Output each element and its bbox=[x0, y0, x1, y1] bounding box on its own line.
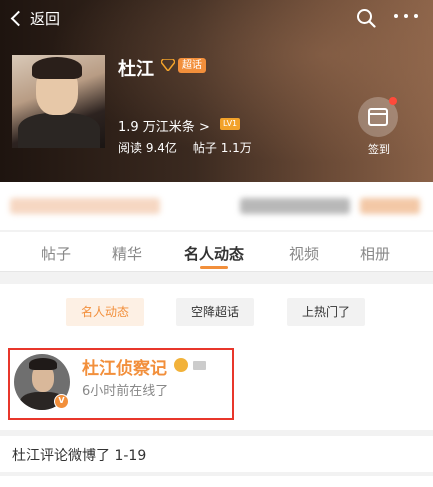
top-bar: 返回 bbox=[0, 0, 433, 38]
online-status: 6小时前在线了 bbox=[82, 384, 169, 399]
user-card[interactable]: V 杜江侦察记 6小时前在线了 bbox=[8, 348, 234, 420]
tab-featured[interactable]: 精华 bbox=[112, 243, 142, 264]
read-count: 阅读 9.4亿 bbox=[118, 141, 177, 155]
tab-bar: 帖子 精华 名人动态 视频 相册 bbox=[0, 232, 433, 272]
filter-section: 名人动态 空降超话 上热门了 V 杜江侦察记 6小时前在线了 bbox=[0, 284, 433, 430]
chip-trending[interactable]: 上热门了 bbox=[287, 298, 365, 326]
tab-celebrity-updates[interactable]: 名人动态 bbox=[184, 243, 244, 264]
section-header[interactable]: 杜江评论微博了 1-19 bbox=[0, 436, 433, 472]
chip-celebrity-updates[interactable]: 名人动态 bbox=[66, 298, 144, 326]
section-title: 杜江评论微博了 1-19 bbox=[12, 448, 147, 464]
post-count: 帖子 1.1万 bbox=[192, 141, 252, 155]
notification-dot bbox=[389, 97, 397, 105]
diamond-icon bbox=[161, 59, 175, 71]
chip-airdrop[interactable]: 空降超话 bbox=[176, 298, 254, 326]
checkin-button[interactable] bbox=[358, 97, 398, 137]
search-icon[interactable] bbox=[356, 8, 376, 28]
user-name[interactable]: 杜江侦察记 bbox=[82, 354, 167, 379]
verified-icon: V bbox=[54, 394, 69, 409]
tab-videos[interactable]: 视频 bbox=[289, 243, 319, 264]
blurred-block bbox=[240, 198, 350, 214]
checkin-label: 签到 bbox=[368, 143, 390, 156]
topic-avatar[interactable] bbox=[12, 55, 105, 148]
blurred-block bbox=[360, 198, 420, 214]
blurred-banner bbox=[0, 182, 433, 230]
topic-title: 杜江 bbox=[118, 59, 154, 80]
calendar-icon bbox=[368, 108, 388, 126]
active-tab-indicator bbox=[200, 266, 228, 269]
member-badge-icon bbox=[193, 361, 206, 370]
tab-album[interactable]: 相册 bbox=[360, 243, 390, 264]
more-icon[interactable] bbox=[394, 14, 418, 22]
fans-link[interactable]: 1.9 万江米条 > bbox=[118, 116, 210, 135]
topic-stats: 阅读 9.4亿 帖子 1.1万 bbox=[118, 139, 252, 156]
level-badge: LV1 bbox=[220, 118, 241, 130]
crown-icon bbox=[174, 358, 188, 372]
next-item-peek bbox=[0, 476, 433, 487]
chevron-left-icon bbox=[10, 10, 27, 27]
back-label: 返回 bbox=[30, 10, 61, 28]
back-button[interactable]: 返回 bbox=[10, 8, 60, 29]
tab-posts[interactable]: 帖子 bbox=[41, 243, 71, 264]
chaohua-badge: 超话 bbox=[178, 58, 206, 73]
blurred-block bbox=[10, 198, 160, 214]
